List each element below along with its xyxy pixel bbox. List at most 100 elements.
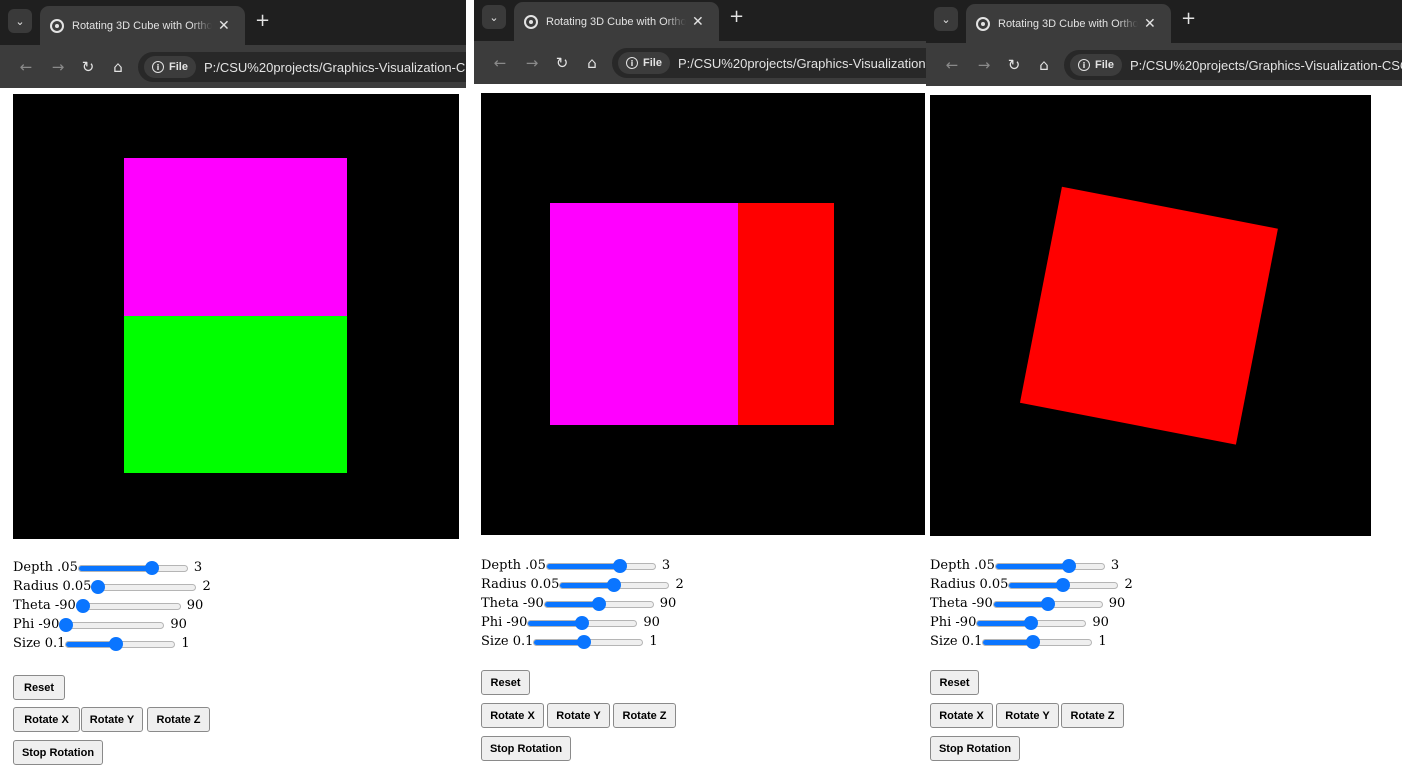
reload-icon[interactable]: ↻ [1004,43,1024,86]
plus-icon[interactable]: + [255,12,270,30]
range-slider[interactable] [77,560,188,575]
slider-thumb[interactable] [1024,615,1039,630]
slider-controls: Depth .05 3 Radius 0.05 2 Theta -90 90 Phi -90… [930,556,1133,651]
slider-max-label: 3 [661,558,671,573]
site-info-chip[interactable]: i File [1070,54,1122,76]
address-bar[interactable]: i File P:/CSU%20projects/Graphics-Visualiz… [138,52,466,82]
cube-face-red [1019,186,1278,445]
slider-thumb[interactable] [613,558,628,573]
home-icon[interactable]: ⌂ [108,45,128,88]
range-slider[interactable] [982,634,1093,649]
tab-title: Rotating 3D Cube with Orthogonal Project… [546,15,686,28]
reload-icon[interactable]: ↻ [78,45,98,88]
rotate-y-button[interactable]: Rotate Y [996,703,1059,728]
close-icon[interactable]: ✕ [218,18,230,34]
stop-rotation-button[interactable]: Stop Rotation [481,736,571,761]
range-slider[interactable] [559,577,670,592]
slider-thumb[interactable] [591,596,606,611]
browser-tab[interactable]: Rotating 3D Cube with Orthogonal Project… [966,4,1171,43]
slider-thumb[interactable] [576,634,591,649]
range-slider[interactable] [65,636,176,651]
arrow-left-icon[interactable]: ← [16,45,36,88]
slider-thumb[interactable] [1056,577,1071,592]
arrow-left-icon[interactable]: ← [942,43,962,86]
arrow-right-icon[interactable]: → [974,43,994,86]
range-slider[interactable] [992,596,1103,611]
browser-window-1: ⌄ Rotating 3D Cube with Orthogonal Projec… [0,0,466,776]
rotate-y-button[interactable]: Rotate Y [81,707,143,732]
address-bar[interactable]: i File P:/CSU%20projects/Graphics-Visualiz… [612,48,926,78]
tab-strip: ⌄ Rotating 3D Cube with Orthogonal Projec… [0,0,466,45]
close-icon[interactable]: ✕ [1144,16,1156,32]
range-slider[interactable] [91,579,197,594]
url-text[interactable]: P:/CSU%20projects/Graphics-Visualization… [678,56,926,71]
range-slider[interactable] [545,558,656,573]
slider-label: Phi -90 [481,615,528,630]
slider-thumb[interactable] [108,636,123,651]
rotate-y-button[interactable]: Rotate Y [547,703,610,728]
slider-row: Theta -90 90 [481,594,684,613]
range-slider[interactable] [976,615,1087,630]
site-info-chip[interactable]: i File [618,52,670,74]
slider-fill [528,620,583,626]
slider-thumb[interactable] [575,615,590,630]
slider-thumb[interactable] [91,579,106,594]
reset-button[interactable]: Reset [930,670,979,695]
stop-rotation-button[interactable]: Stop Rotation [13,740,103,765]
cube-canvas [13,94,459,539]
range-slider[interactable] [994,558,1105,573]
slider-thumb[interactable] [75,598,90,613]
site-info-chip[interactable]: i File [144,56,196,78]
url-text[interactable]: P:/CSU%20projects/Graphics-Visualization… [204,60,466,75]
slider-row: Radius 0.05 2 [930,575,1133,594]
stop-rotation-button[interactable]: Stop Rotation [930,736,1020,761]
slider-thumb[interactable] [59,617,74,632]
home-icon[interactable]: ⌂ [582,41,602,84]
favicon-icon [524,14,538,29]
range-slider[interactable] [1008,577,1119,592]
browser-tab[interactable]: Rotating 3D Cube with Orthogonal Project… [514,2,719,41]
plus-icon[interactable]: + [1181,10,1196,28]
reload-icon[interactable]: ↻ [552,41,572,84]
rotate-x-button[interactable]: Rotate X [13,707,80,732]
slider-label: Depth .05 [13,560,78,575]
cube [13,94,459,539]
slider-max-label: 2 [675,577,684,592]
rotate-z-button[interactable]: Rotate Z [613,703,676,728]
slider-controls: Depth .05 3 Radius 0.05 2 Theta -90 90 Phi -90… [481,556,684,651]
slider-thumb[interactable] [1040,596,1055,611]
slider-row: Size 0.1 1 [481,632,684,651]
range-slider[interactable] [533,634,644,649]
home-icon[interactable]: ⌂ [1034,43,1054,86]
chevron-down-icon[interactable]: ⌄ [482,5,506,29]
chevron-down-icon[interactable]: ⌄ [934,7,958,31]
chevron-down-icon[interactable]: ⌄ [8,9,32,33]
reset-button[interactable]: Reset [13,675,65,700]
rotate-z-button[interactable]: Rotate Z [147,707,210,732]
close-icon[interactable]: ✕ [692,14,704,30]
range-slider[interactable] [75,598,181,613]
arrow-left-icon[interactable]: ← [490,41,510,84]
slider-controls: Depth .05 3 Radius 0.05 2 Theta -90 90 Phi -90… [13,558,211,653]
url-text[interactable]: P:/CSU%20projects/Graphics-Visualization… [1130,58,1402,73]
rotate-x-button[interactable]: Rotate X [930,703,993,728]
range-slider[interactable] [543,596,654,611]
slider-label: Size 0.1 [13,636,66,651]
browser-tab[interactable]: Rotating 3D Cube with Orthogonal Project… [40,6,245,45]
range-slider[interactable] [59,617,165,632]
arrow-right-icon[interactable]: → [522,41,542,84]
rotate-z-button[interactable]: Rotate Z [1061,703,1124,728]
plus-icon[interactable]: + [729,8,744,26]
slider-label: Phi -90 [13,617,60,632]
arrow-right-icon[interactable]: → [48,45,68,88]
rotate-x-button[interactable]: Rotate X [481,703,544,728]
slider-label: Theta -90 [481,596,544,611]
slider-thumb[interactable] [145,560,160,575]
range-slider[interactable] [527,615,638,630]
address-bar[interactable]: i File P:/CSU%20projects/Graphics-Visualiz… [1064,50,1402,80]
browser-window-2: ⌄ Rotating 3D Cube with Orthogonal Projec… [474,0,926,776]
reset-button[interactable]: Reset [481,670,530,695]
slider-thumb[interactable] [1025,634,1040,649]
slider-thumb[interactable] [1062,558,1077,573]
slider-thumb[interactable] [607,577,622,592]
